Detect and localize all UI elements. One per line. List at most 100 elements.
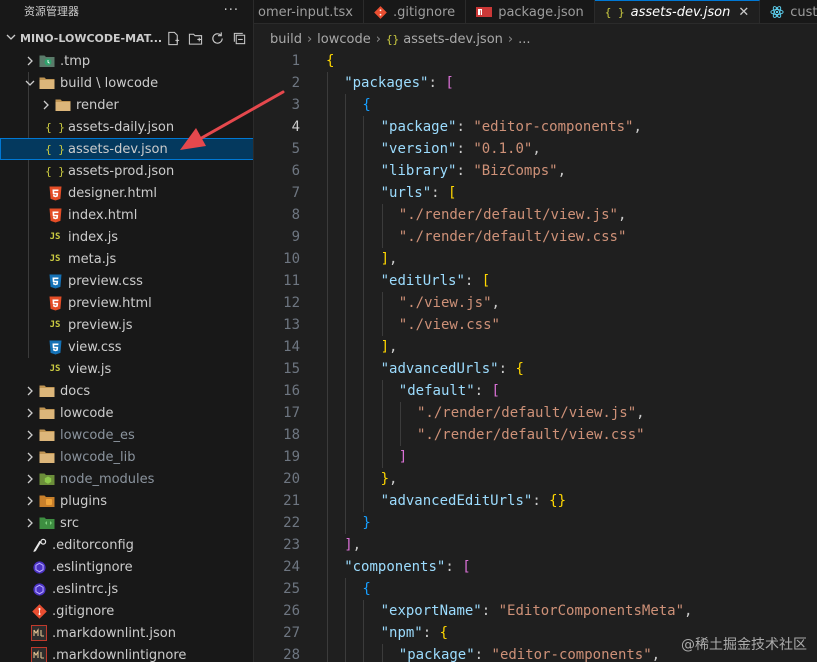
code-line: 13 "./view.css"	[254, 314, 817, 336]
tree-item[interactable]: .eslintignore	[0, 556, 253, 578]
chevron-right-icon[interactable]	[22, 452, 38, 462]
indent-guide	[345, 600, 347, 622]
chevron-down-icon[interactable]	[22, 78, 38, 88]
tree-item-label: view.js	[68, 361, 112, 377]
breadcrumb-item[interactable]: lowcode	[317, 32, 371, 47]
tree-item[interactable]: node_modules	[0, 468, 253, 490]
code-token: "advancedEditUrls"	[380, 493, 533, 509]
chevron-right-icon[interactable]	[22, 430, 38, 440]
tree-item[interactable]: JS preview.js	[0, 314, 253, 336]
tree-item[interactable]: { } assets-daily.json	[0, 116, 253, 138]
tree-item[interactable]: JS meta.js	[0, 248, 253, 270]
code-token: {}	[549, 493, 567, 509]
tree-item[interactable]: .markdownlintignore	[0, 644, 253, 662]
indent-guide	[363, 402, 365, 424]
code-content: ]	[399, 446, 407, 468]
chevron-right-icon[interactable]	[38, 100, 54, 110]
tree-item[interactable]: .gitignore	[0, 600, 253, 622]
tab[interactable]: package.json	[466, 0, 595, 23]
tree-item[interactable]: { } assets-dev.json	[0, 138, 253, 160]
line-number: 27	[283, 625, 300, 641]
close-icon[interactable]: ✕	[738, 5, 749, 20]
tree-item[interactable]: .markdownlint.json	[0, 622, 253, 644]
tree-item[interactable]: designer.html	[0, 182, 253, 204]
tree-item[interactable]: JS index.js	[0, 226, 253, 248]
code-token: ,	[491, 295, 500, 311]
chevron-right-icon[interactable]	[22, 474, 38, 484]
code-token: ,	[557, 163, 567, 179]
line-number: 9	[291, 229, 300, 245]
refresh-icon[interactable]	[209, 30, 225, 46]
js-icon: JS	[49, 364, 61, 374]
indent-guide	[363, 380, 365, 402]
code-content: "exportName": "EditorComponentsMeta",	[381, 600, 693, 622]
chevron-right-icon[interactable]	[22, 386, 38, 396]
tree-item[interactable]: render	[0, 94, 253, 116]
code-content: "./view.js",	[399, 292, 500, 314]
chevron-right-icon[interactable]	[22, 408, 38, 418]
tree-item[interactable]: preview.css	[0, 270, 253, 292]
js-icon: JS	[49, 320, 61, 330]
code-token: "editUrls"	[380, 273, 465, 289]
tree-item-label: lowcode_lib	[60, 449, 136, 465]
code-token: :	[464, 273, 482, 289]
breadcrumb-item[interactable]: build	[270, 32, 302, 47]
plugin-folder-icon	[38, 493, 56, 509]
code-token: "./render/default/view.js"	[417, 405, 637, 421]
json-icon: { }	[45, 142, 65, 156]
tree-item[interactable]: docs	[0, 380, 253, 402]
tree-item[interactable]: lowcode_es	[0, 424, 253, 446]
code-token: ,	[389, 251, 398, 267]
workspace-root[interactable]: MINO-LOWCODE-MAT...	[0, 27, 253, 49]
indent-guide	[327, 622, 328, 644]
chevron-right-icon[interactable]	[22, 518, 38, 528]
new-folder-icon[interactable]	[187, 30, 203, 46]
indent-guide	[363, 248, 365, 270]
tree-item[interactable]: .tmp	[0, 50, 253, 72]
tab[interactable]: omer-input.tsx	[254, 0, 364, 23]
tree-item[interactable]: JS view.js	[0, 358, 253, 380]
code-line: 18 "./render/default/view.css"	[254, 424, 817, 446]
code-editor[interactable]: 1{2 "packages": [3{4 "package": "editor-co…	[254, 50, 817, 662]
tree-item-label: index.html	[68, 207, 138, 223]
css-icon	[46, 273, 64, 289]
tree-item-label: .gitignore	[52, 603, 115, 619]
tree-item[interactable]: preview.html	[0, 292, 253, 314]
new-file-icon[interactable]	[165, 30, 181, 46]
chevron-right-icon[interactable]	[22, 56, 38, 66]
tree-item[interactable]: view.css	[0, 336, 253, 358]
tree-item-label: .eslintrc.js	[52, 581, 119, 597]
tree-item[interactable]: plugins	[0, 490, 253, 512]
breadcrumb-item[interactable]: assets-dev.json	[403, 32, 503, 47]
tree-item[interactable]: lowcode_lib	[0, 446, 253, 468]
tab-active[interactable]: { } assets-dev.json ✕	[594, 0, 761, 23]
code-line: 14],	[254, 336, 817, 358]
indent-guide	[327, 534, 328, 556]
code-line: 19]	[254, 446, 817, 468]
tree-item[interactable]: .eslintrc.js	[0, 578, 253, 600]
tree-item[interactable]: build \ lowcode	[0, 72, 253, 94]
chevron-right-icon[interactable]	[22, 496, 38, 506]
code-token: "advancedUrls"	[380, 361, 499, 377]
tree-item[interactable]: src	[0, 512, 253, 534]
line-number: 1	[291, 53, 300, 69]
indent-guide	[345, 468, 347, 490]
indent-guide	[363, 138, 365, 160]
tab[interactable]: .gitignore	[364, 0, 467, 23]
code-content: "./render/default/view.js",	[399, 204, 627, 226]
tree-item-label: docs	[60, 383, 91, 399]
tab[interactable]: custo	[760, 0, 817, 23]
code-token: :	[456, 163, 474, 179]
line-number: 7	[291, 185, 300, 201]
html-icon	[46, 185, 64, 201]
breadcrumb-item[interactable]: ...	[518, 32, 530, 47]
more-actions-button[interactable]: ···	[224, 3, 239, 18]
collapse-all-icon[interactable]	[231, 30, 247, 46]
code-content: "version": "0.1.0",	[381, 138, 541, 160]
code-token: [	[462, 559, 471, 575]
tree-item[interactable]: index.html	[0, 204, 253, 226]
tree-item[interactable]: lowcode	[0, 402, 253, 424]
tree-item[interactable]: .editorconfig	[0, 534, 253, 556]
tree-item[interactable]: { } assets-prod.json	[0, 160, 253, 182]
code-token: :	[456, 141, 474, 157]
